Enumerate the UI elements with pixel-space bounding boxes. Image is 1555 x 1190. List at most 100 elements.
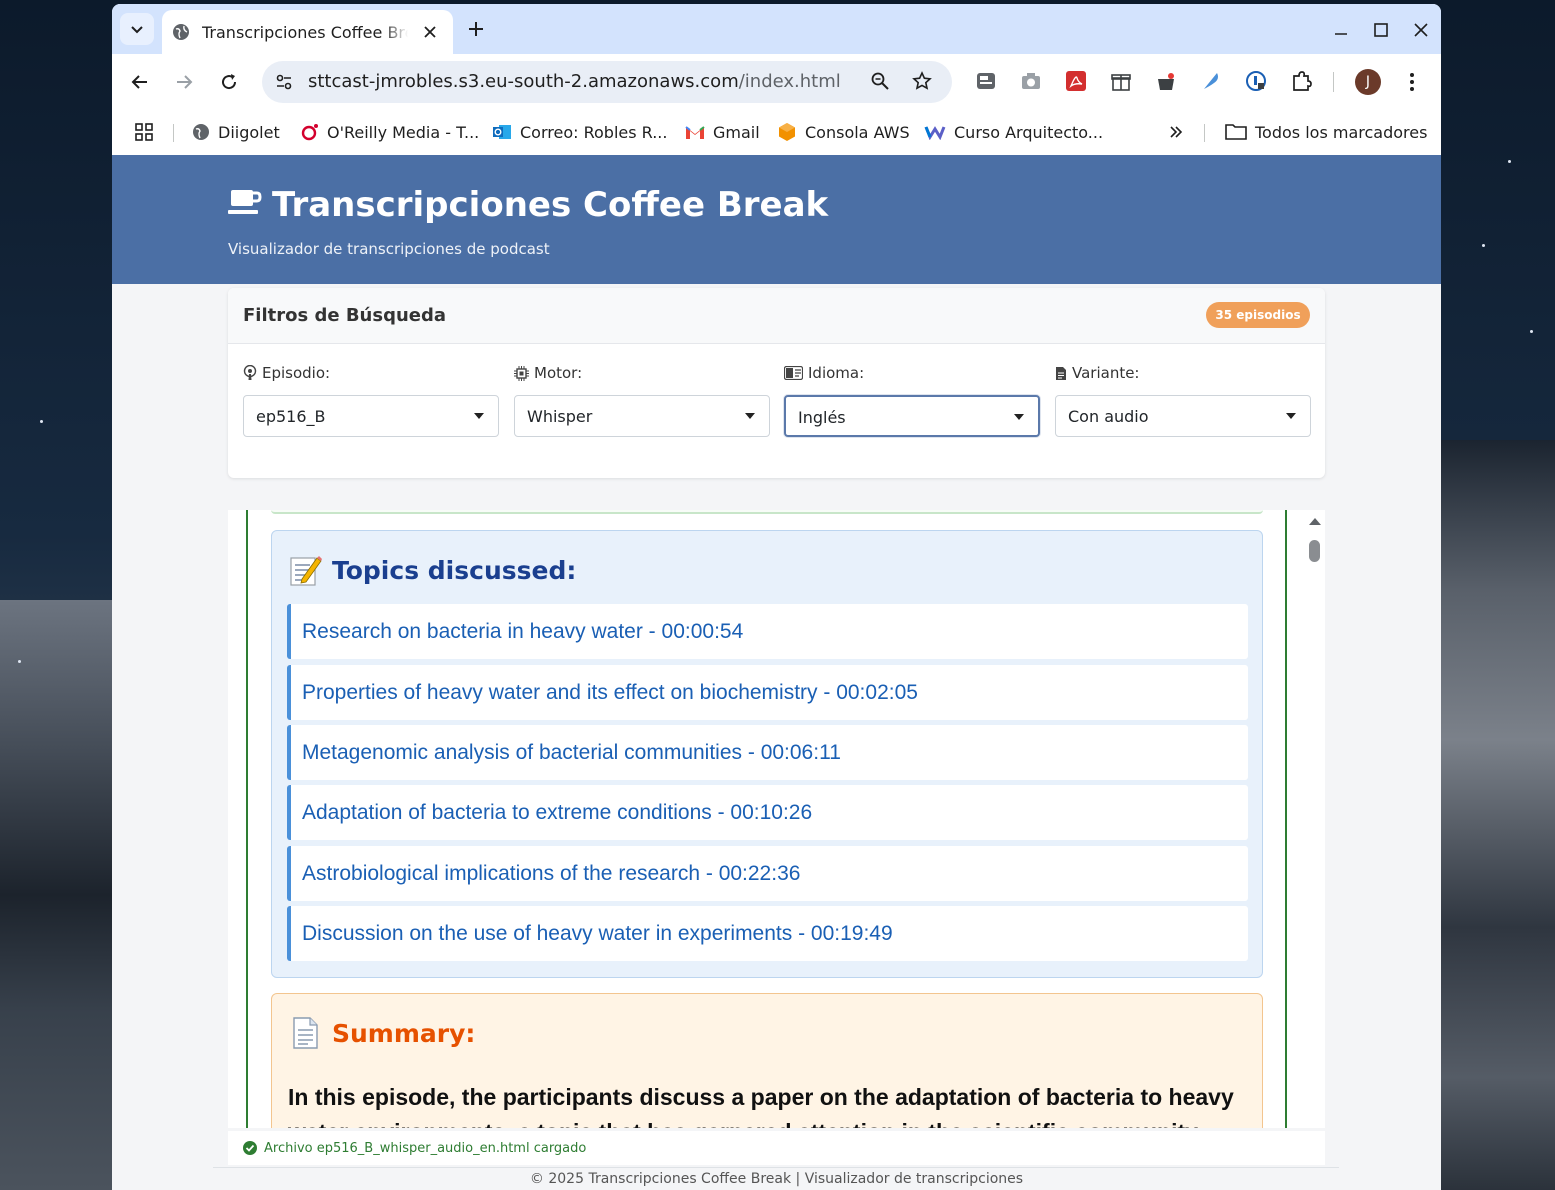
tab-search-button[interactable] — [120, 13, 154, 45]
episode-select[interactable]: ep516_B — [243, 395, 499, 437]
check-circle-icon — [243, 1141, 257, 1155]
bookmark-outlook[interactable]: Correo: Robles R... — [492, 119, 667, 145]
more-menu-icon[interactable] — [1402, 68, 1422, 96]
topic-link[interactable]: Research on bacteria in heavy water - 00… — [302, 620, 743, 644]
address-bar[interactable]: sttcast-jmrobles.s3.eu-south-2.amazonaws… — [262, 61, 952, 103]
bookmark-label: Curso Arquitecto... — [954, 122, 1104, 142]
tab-active[interactable]: Transcripciones Coffee Break — [162, 10, 453, 54]
bookmark-label: Todos los marcadores — [1255, 122, 1428, 142]
topic-item[interactable]: Adaptation of bacteria to extreme condit… — [287, 785, 1248, 840]
zoom-icon[interactable] — [870, 71, 890, 95]
topic-item[interactable]: Discussion on the use of heavy water in … — [287, 906, 1248, 961]
topics-header: Topics discussed: — [288, 553, 576, 587]
course-icon — [924, 124, 946, 140]
transcription-viewer[interactable]: Topics discussed: Research on bacteria i… — [228, 510, 1325, 1128]
pdf-icon[interactable] — [1063, 68, 1089, 94]
podcast-icon — [243, 365, 257, 381]
browser-toolbar: sttcast-jmrobles.s3.eu-south-2.amazonaws… — [112, 54, 1441, 110]
caret-down-icon — [474, 413, 484, 419]
caret-down-icon — [1014, 414, 1024, 420]
variant-label-text: Variante: — [1072, 364, 1140, 382]
site-settings-icon[interactable] — [274, 72, 294, 96]
url-text[interactable]: sttcast-jmrobles.s3.eu-south-2.amazonaws… — [308, 71, 841, 92]
variant-label: Variante: — [1055, 364, 1140, 382]
camera-icon[interactable] — [1018, 68, 1044, 94]
aws-icon — [777, 122, 797, 142]
wallpaper-star — [1482, 244, 1485, 247]
topic-link[interactable]: Metagenomic analysis of bacterial commun… — [302, 741, 841, 765]
topic-link[interactable]: Astrobiological implications of the rese… — [302, 862, 800, 886]
bookmark-aws[interactable]: Consola AWS — [777, 119, 910, 145]
close-window-button[interactable] — [1409, 18, 1433, 42]
bookmark-course[interactable]: Curso Arquitecto... — [924, 119, 1103, 145]
engine-label-text: Motor: — [534, 364, 583, 382]
tab-title: Transcripciones Coffee Break — [202, 23, 408, 42]
folder-icon — [1225, 123, 1247, 141]
previous-section-edge — [271, 510, 1263, 514]
engine-select[interactable]: Whisper — [514, 395, 770, 437]
variant-select[interactable]: Con audio — [1055, 395, 1311, 437]
summary-text: In this episode, the participants discus… — [288, 1084, 1234, 1128]
coffee-cup-icon — [228, 187, 262, 221]
desktop-wallpaper-right — [1441, 440, 1555, 1190]
page-header: Transcripciones Coffee Break Visualizado… — [112, 155, 1441, 284]
language-select[interactable]: Inglés — [784, 395, 1040, 437]
bookmark-oreilly[interactable]: O'Reilly Media - T... — [301, 119, 479, 145]
page-subtitle: Visualizador de transcripciones de podca… — [228, 240, 550, 258]
bookmark-star-icon[interactable] — [912, 71, 932, 95]
url-host: sttcast-jmrobles.s3.eu-south-2.amazonaws… — [308, 71, 739, 92]
back-button[interactable] — [126, 68, 154, 96]
password-manager-icon[interactable] — [1243, 68, 1269, 94]
topic-link[interactable]: Discussion on the use of heavy water in … — [302, 922, 893, 946]
topic-link[interactable]: Properties of heavy water and its effect… — [302, 681, 918, 705]
topic-item[interactable]: Metagenomic analysis of bacterial commun… — [287, 725, 1248, 780]
bookmark-label: Correo: Robles R... — [520, 122, 668, 142]
extensions-puzzle-icon[interactable] — [1288, 68, 1314, 94]
bookmark-gmail[interactable]: Gmail — [685, 119, 760, 145]
arrow-left-icon — [131, 75, 147, 89]
maximize-icon — [1374, 23, 1388, 37]
gift-icon[interactable] — [1108, 68, 1134, 94]
page-title: Transcripciones Coffee Break — [272, 185, 829, 225]
content-border-right — [1285, 510, 1287, 1128]
wallpaper-star — [40, 420, 43, 423]
outlook-icon — [492, 123, 512, 141]
chip-icon — [514, 365, 529, 381]
episode-label-text: Episodio: — [262, 364, 331, 382]
scroll-up-arrow[interactable] — [1309, 518, 1321, 525]
globe-icon — [172, 23, 190, 45]
document-icon — [288, 1016, 322, 1050]
minimize-button[interactable] — [1329, 18, 1353, 42]
summary-title: Summary: — [332, 1018, 476, 1048]
maximize-button[interactable] — [1369, 18, 1393, 42]
bookmark-label: O'Reilly Media - T... — [327, 122, 480, 142]
desktop-wallpaper-left — [0, 600, 112, 1190]
summary-header: Summary: — [288, 1016, 475, 1050]
topic-item[interactable]: Astrobiological implications of the rese… — [287, 846, 1248, 901]
reload-button[interactable] — [215, 68, 243, 96]
apps-button[interactable] — [134, 119, 154, 145]
summary-section: Summary: In this episode, the participan… — [271, 993, 1263, 1128]
all-bookmarks-folder[interactable]: Todos los marcadores — [1225, 119, 1427, 145]
footer-divider — [213, 1167, 1339, 1168]
wallpaper-star — [1508, 160, 1511, 163]
more-bookmarks-button[interactable] — [1168, 119, 1184, 145]
feather-icon[interactable] — [1198, 68, 1224, 94]
new-tab-button[interactable] — [464, 17, 488, 41]
close-icon[interactable] — [420, 22, 440, 42]
content-border-left — [246, 510, 248, 1128]
bookmark-diigolet[interactable]: Diigolet — [192, 119, 280, 145]
profile-avatar[interactable]: J — [1355, 69, 1381, 95]
topic-link[interactable]: Adaptation of bacteria to extreme condit… — [302, 801, 812, 825]
scrollbar-thumb[interactable] — [1309, 540, 1320, 562]
extension-reader-icon[interactable] — [973, 68, 999, 94]
reload-icon — [222, 74, 237, 90]
forward-button[interactable] — [170, 68, 198, 96]
topic-item[interactable]: Properties of heavy water and its effect… — [287, 665, 1248, 720]
search-filters-panel: Filtros de Búsqueda 35 episodios Episodi… — [228, 288, 1325, 478]
extension-bag-icon[interactable] — [1153, 68, 1179, 94]
status-message: Archivo ep516_B_whisper_audio_en.html ca… — [264, 1140, 587, 1156]
filters-title: Filtros de Búsqueda — [243, 305, 447, 326]
bookmark-divider — [173, 124, 174, 142]
topic-item[interactable]: Research on bacteria in heavy water - 00… — [287, 604, 1248, 659]
